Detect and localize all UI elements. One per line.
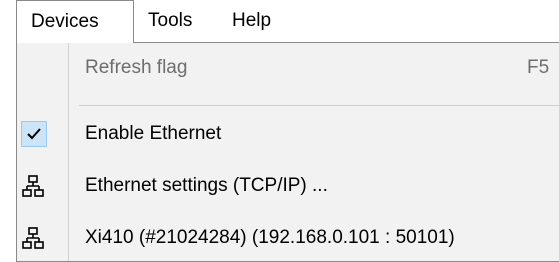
enable-ethernet-label: Enable Ethernet	[85, 123, 222, 144]
menu-item-device[interactable]: Xi410 (#21024284) (192.168.0.101 : 50101…	[17, 217, 559, 259]
device-label: Xi410 (#21024284) (192.168.0.101 : 50101…	[85, 227, 455, 248]
network-icon	[22, 175, 44, 197]
devices-dropdown-menu: Refresh flag F5 Enable Ethernet Ethernet…	[16, 42, 559, 262]
checkmark-icon	[21, 121, 47, 147]
menu-item-enable-ethernet[interactable]: Enable Ethernet	[17, 113, 559, 155]
menu-bar: Devices Tools Help	[0, 0, 559, 43]
menu-item-refresh-flag[interactable]: Refresh flag F5	[17, 47, 559, 89]
menu-help[interactable]: Help	[232, 0, 271, 42]
menu-devices[interactable]: Devices	[16, 0, 134, 43]
menu-tools[interactable]: Tools	[148, 0, 192, 42]
refresh-flag-label: Refresh flag	[85, 57, 188, 78]
menu-item-ethernet-settings[interactable]: Ethernet settings (TCP/IP) ...	[17, 165, 559, 207]
network-icon	[22, 227, 44, 249]
refresh-flag-shortcut: F5	[527, 57, 550, 78]
menu-separator	[79, 105, 559, 106]
ethernet-settings-label: Ethernet settings (TCP/IP) ...	[85, 175, 328, 196]
